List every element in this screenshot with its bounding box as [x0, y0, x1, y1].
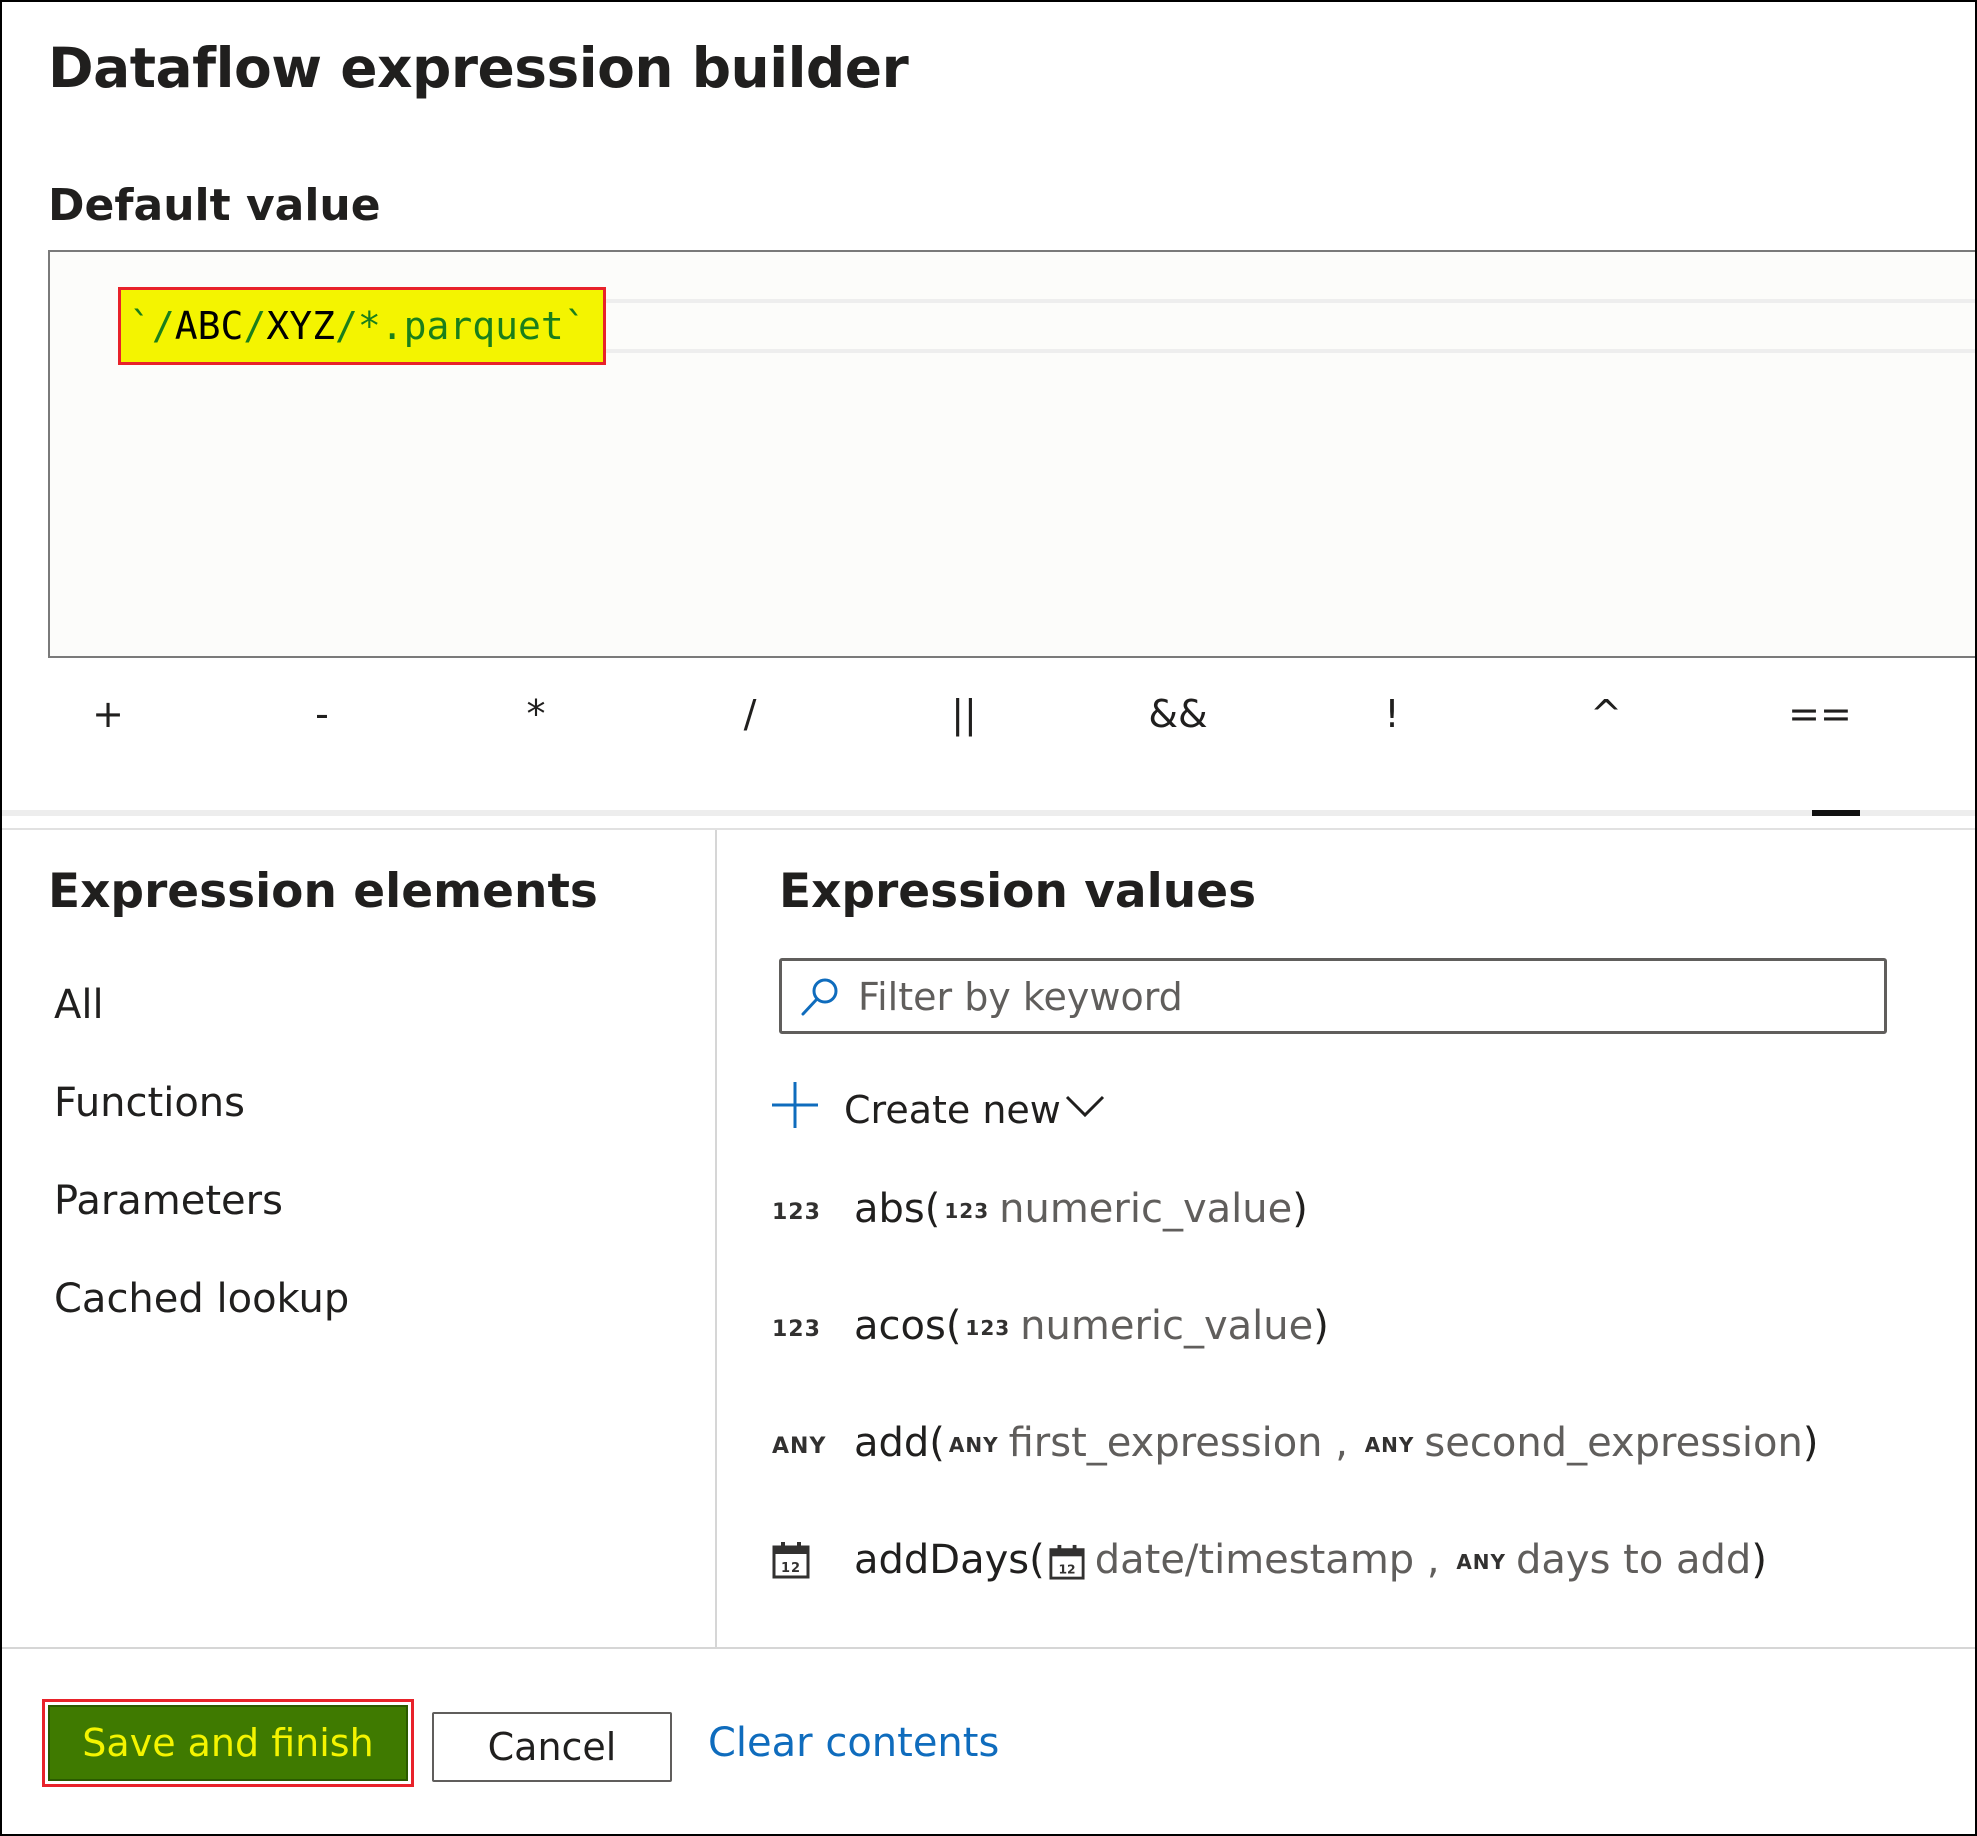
svg-text:12: 12	[1058, 1562, 1075, 1576]
code-close-tick: `	[563, 304, 587, 348]
element-item-all[interactable]: All	[54, 982, 104, 1028]
function-row-abs[interactable]: 123 abs(123 numeric_value)	[772, 1186, 1912, 1246]
svg-text:12: 12	[781, 1561, 801, 1576]
filter-input[interactable]	[856, 967, 1860, 1027]
operator-and[interactable]: &&	[1118, 692, 1238, 736]
function-row-acos[interactable]: 123 acos(123 numeric_value)	[772, 1303, 1912, 1363]
arg-type-badge: ANY	[948, 1433, 999, 1457]
function-name: addDays(	[854, 1537, 1045, 1583]
code-path-xyz: XYZ	[266, 304, 335, 348]
function-signature: acos(123 numeric_value)	[854, 1303, 1329, 1349]
search-icon	[801, 978, 838, 1016]
operator-not[interactable]: !	[1332, 692, 1452, 736]
operator-plus[interactable]: +	[48, 692, 168, 736]
code-path-sep: /	[243, 304, 267, 348]
function-arg: second_expression	[1424, 1420, 1803, 1466]
function-arg: numeric_value	[999, 1186, 1293, 1232]
function-signature: addDays( 12 date/timestamp , ANY days to ad…	[854, 1537, 1767, 1583]
type-badge-number: 123	[772, 1200, 821, 1225]
function-close: )	[1802, 1420, 1819, 1466]
operator-multiply[interactable]: *	[476, 692, 596, 736]
function-close: )	[1751, 1537, 1767, 1583]
arg-separator: ,	[1322, 1420, 1361, 1466]
code-path-glob: /*.parquet	[334, 304, 564, 348]
toolbar-divider	[2, 810, 1975, 816]
operator-toolbar: + - * / || && ! ^ ==	[48, 692, 1975, 772]
clear-contents-link[interactable]: Clear contents	[708, 1720, 999, 1766]
element-item-functions[interactable]: Functions	[54, 1080, 245, 1126]
function-name: add(	[854, 1420, 945, 1466]
function-signature: abs(123 numeric_value)	[854, 1186, 1308, 1232]
save-and-finish-button[interactable]: Save and finish	[42, 1699, 414, 1787]
cancel-button[interactable]: Cancel	[432, 1712, 672, 1782]
function-row-adddays[interactable]: 12 addDays( 12 date/timestamp , ANY days to…	[772, 1537, 1912, 1597]
arg-separator: ,	[1414, 1537, 1453, 1583]
function-close: )	[1313, 1303, 1329, 1349]
arg-type-badge: ANY	[1456, 1550, 1507, 1574]
type-badge-any: ANY	[772, 1434, 827, 1459]
function-arg: date/timestamp	[1094, 1537, 1415, 1583]
plus-icon	[772, 1082, 818, 1128]
expression-editor[interactable]: `/ABC/XYZ/*.parquet`	[48, 250, 1975, 658]
code-open-tick: `	[129, 304, 152, 348]
expression-code[interactable]: `/ABC/XYZ/*.parquet`	[118, 287, 606, 365]
dialog-title: Dataflow expression builder	[48, 36, 909, 100]
function-arg: numeric_value	[1020, 1303, 1314, 1349]
panel-divider	[2, 828, 1975, 830]
operator-divide[interactable]: /	[690, 692, 810, 736]
function-name: acos(	[854, 1303, 962, 1349]
code-path-abc: ABC	[174, 304, 244, 348]
type-badge-number: 123	[772, 1317, 821, 1342]
code-path-sep: /	[151, 304, 175, 348]
calendar-icon: 12	[1049, 1544, 1085, 1580]
function-arg: days to add	[1516, 1537, 1752, 1583]
calendar-icon: 12	[772, 1541, 810, 1585]
element-item-parameters[interactable]: Parameters	[54, 1178, 283, 1224]
panel-vertical-divider	[715, 830, 717, 1648]
operator-or[interactable]: ||	[904, 692, 1024, 736]
default-value-label: Default value	[48, 180, 381, 231]
function-row-add[interactable]: ANY add(ANY first_expression , ANY second_…	[772, 1420, 1912, 1480]
operator-xor[interactable]: ^	[1546, 692, 1666, 736]
function-signature: add(ANY first_expression , ANY second_expr…	[854, 1420, 1818, 1466]
operator-scroll-indicator	[1812, 810, 1860, 816]
filter-search-box[interactable]	[779, 958, 1887, 1034]
function-name: abs(	[854, 1186, 941, 1232]
expression-values-title: Expression values	[779, 864, 1257, 919]
function-arg: first_expression	[1008, 1420, 1323, 1466]
expression-elements-title: Expression elements	[48, 864, 598, 919]
arg-type-badge: 123	[965, 1316, 1011, 1340]
arg-type-badge: 123	[944, 1199, 990, 1223]
operator-equals[interactable]: ==	[1760, 692, 1880, 736]
create-new-label: Create new	[844, 1088, 1061, 1132]
arg-type-badge: ANY	[1364, 1433, 1415, 1457]
element-item-cached-lookup[interactable]: Cached lookup	[54, 1276, 349, 1322]
footer-divider	[2, 1647, 1975, 1649]
function-close: )	[1292, 1186, 1308, 1232]
expression-builder-dialog: Dataflow expression builder Default valu…	[0, 0, 1977, 1836]
chevron-down-icon	[1065, 1095, 1105, 1118]
operator-minus[interactable]: -	[262, 692, 382, 736]
